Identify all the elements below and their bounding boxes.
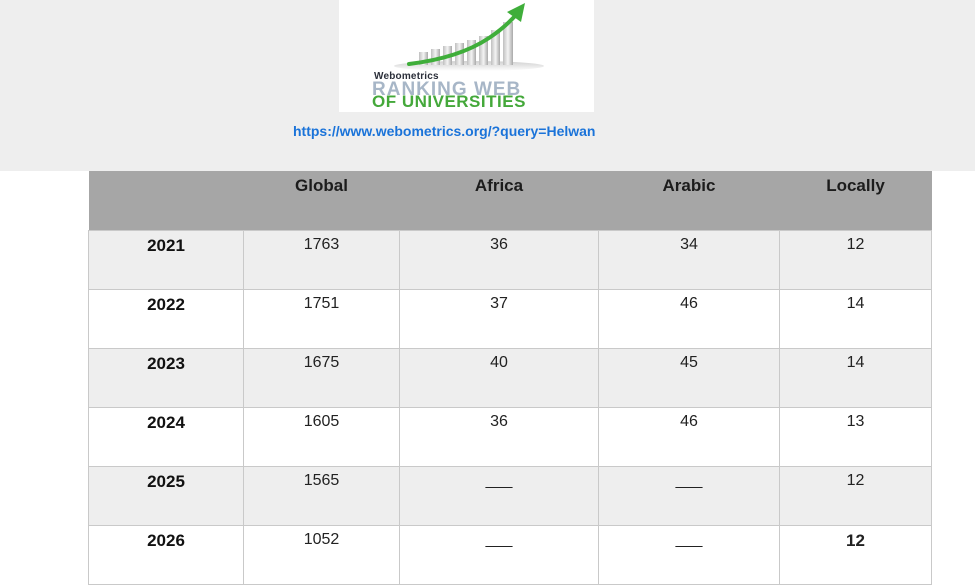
logo-title-line2: OF UNIVERSITIES: [372, 92, 526, 111]
table-row: 2023 1675 40 45 14: [88, 348, 932, 408]
africa-cell: ___: [399, 525, 599, 585]
table-row: 2026 1052 ___ ___ 12: [88, 525, 932, 585]
ranking-table: Global Africa Arabic Locally 2021 1763 3…: [88, 171, 932, 585]
page-header: Webometrics RANKING WEB OF UNIVERSITIES …: [0, 0, 975, 171]
webometrics-logo: Webometrics RANKING WEB OF UNIVERSITIES: [339, 0, 594, 112]
locally-cell: 12: [779, 525, 932, 585]
locally-cell: 13: [779, 407, 932, 467]
africa-cell: 40: [399, 348, 599, 408]
arabic-cell: ___: [598, 466, 780, 526]
table-row: 2024 1605 36 46 13: [88, 407, 932, 467]
year-cell: 2022: [88, 289, 244, 349]
locally-cell: 12: [779, 230, 932, 290]
africa-cell: 37: [399, 289, 599, 349]
arabic-cell: 45: [598, 348, 780, 408]
year-cell: 2021: [88, 230, 244, 290]
global-cell: 1565: [243, 466, 400, 526]
africa-cell: 36: [399, 407, 599, 467]
locally-cell: 14: [779, 289, 932, 349]
webometrics-url-link[interactable]: https://www.webometrics.org/?query=Helwa…: [293, 123, 595, 139]
global-cell: 1052: [243, 525, 400, 585]
locally-cell: 14: [779, 348, 932, 408]
global-cell: 1675: [243, 348, 400, 408]
column-header-global: Global: [243, 171, 400, 231]
arabic-cell: 46: [598, 289, 780, 349]
global-cell: 1763: [243, 230, 400, 290]
locally-cell: 12: [779, 466, 932, 526]
global-cell: 1751: [243, 289, 400, 349]
column-header-year: [88, 171, 244, 231]
year-cell: 2026: [88, 525, 244, 585]
year-cell: 2023: [88, 348, 244, 408]
africa-cell: 36: [399, 230, 599, 290]
table-row: 2022 1751 37 46 14: [88, 289, 932, 349]
global-cell: 1605: [243, 407, 400, 467]
arabic-cell: ___: [598, 525, 780, 585]
africa-cell: ___: [399, 466, 599, 526]
arabic-cell: 34: [598, 230, 780, 290]
column-header-africa: Africa: [399, 171, 599, 231]
column-header-arabic: Arabic: [598, 171, 780, 231]
table-row: 2021 1763 36 34 12: [88, 230, 932, 290]
arabic-cell: 46: [598, 407, 780, 467]
table-header-row: Global Africa Arabic Locally: [88, 171, 932, 231]
table-row: 2025 1565 ___ ___ 12: [88, 466, 932, 526]
year-cell: 2025: [88, 466, 244, 526]
column-header-locally: Locally: [779, 171, 932, 231]
year-cell: 2024: [88, 407, 244, 467]
